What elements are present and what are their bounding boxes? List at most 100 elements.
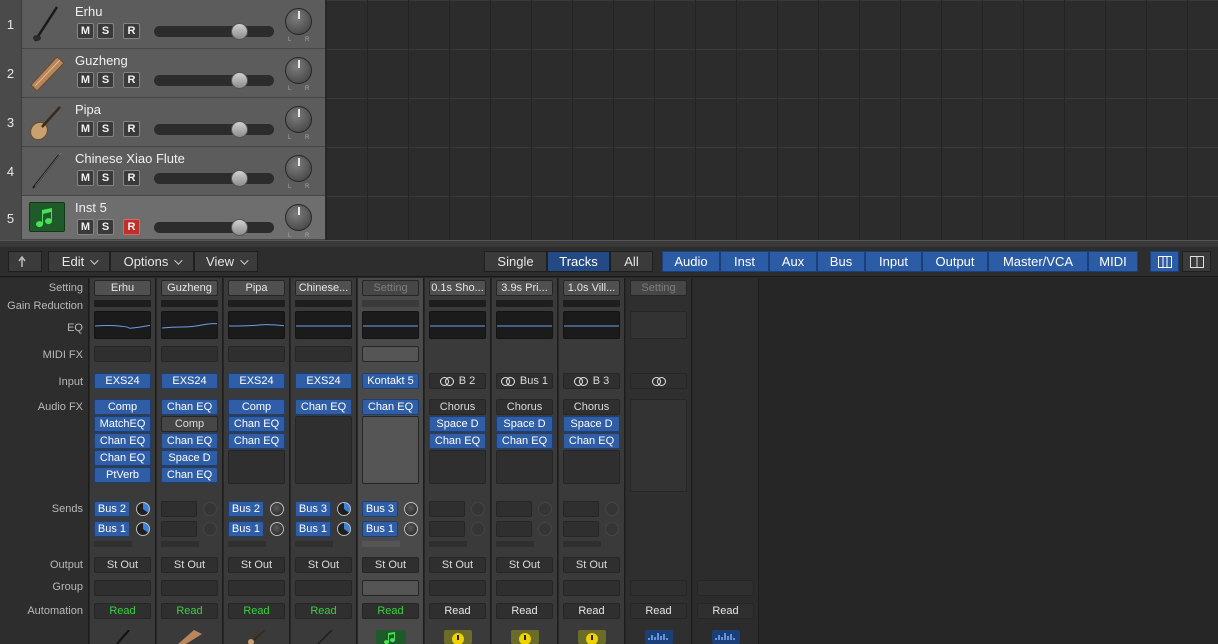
channel-strip-pipa[interactable]: Pipa EXS24 Comp Chan EQ Chan EQ Bus 2 Bu… [224, 278, 290, 644]
record-button[interactable]: R [123, 121, 140, 137]
solo-button[interactable]: S [97, 72, 114, 88]
mute-button[interactable]: M [77, 219, 94, 235]
pan-knob[interactable] [285, 8, 312, 35]
output-slot[interactable]: St Out [228, 557, 285, 573]
audio-fx-slot[interactable]: Chan EQ [161, 399, 218, 415]
setting-button[interactable]: Setting [362, 280, 419, 296]
audio-fx-slot[interactable]: Space D [496, 416, 553, 432]
audio-fx-slot[interactable]: Chorus [563, 399, 620, 415]
group-slot[interactable] [228, 580, 285, 596]
send-slot[interactable]: Bus 1 [362, 521, 398, 537]
group-slot[interactable] [697, 580, 754, 596]
send-slot[interactable] [429, 501, 465, 517]
mute-button[interactable]: M [77, 72, 94, 88]
send-slot[interactable]: Bus 1 [94, 521, 130, 537]
audio-fx-empty-area[interactable] [563, 450, 620, 484]
send-level-knob[interactable] [136, 522, 150, 536]
channel-strip-erhu[interactable]: Erhu EXS24 Comp MatchEQ Chan EQ Chan EQ … [90, 278, 156, 644]
audio-fx-slot[interactable]: Space D [563, 416, 620, 432]
filter-master-vca-button[interactable]: Master/VCA [988, 251, 1088, 272]
automation-mode[interactable]: Read [228, 603, 285, 619]
channel-strip-aux-3[interactable]: 1.0s Vill... B 3 Chorus Space D Chan EQ … [559, 278, 625, 644]
volume-slider-handle[interactable] [231, 23, 248, 40]
solo-button[interactable]: S [97, 219, 114, 235]
send-slot[interactable] [161, 521, 197, 537]
edit-menu[interactable]: Edit [48, 251, 110, 272]
automation-mode[interactable]: Read [94, 603, 151, 619]
audio-fx-slot[interactable]: Comp [94, 399, 151, 415]
audio-fx-slot[interactable]: Chan EQ [429, 433, 486, 449]
back-arrow-icon[interactable] [8, 251, 42, 272]
audio-fx-empty-area[interactable] [228, 450, 285, 484]
output-slot[interactable]: St Out [161, 557, 218, 573]
volume-slider[interactable] [154, 72, 274, 89]
audio-fx-slot[interactable]: Chan EQ [228, 416, 285, 432]
setting-button[interactable]: 0.1s Sho... [429, 280, 486, 296]
audio-fx-empty-area[interactable] [362, 416, 419, 484]
send-level-knob[interactable] [203, 522, 217, 536]
pan-knob[interactable] [285, 57, 312, 84]
midi-fx-slot[interactable] [362, 346, 419, 362]
send-slot[interactable] [496, 501, 532, 517]
send-slot[interactable]: Bus 1 [228, 521, 264, 537]
send-slot-empty[interactable] [295, 541, 333, 547]
filter-output-button[interactable]: Output [922, 251, 988, 272]
eq-thumbnail[interactable] [362, 311, 419, 339]
narrow-strips-icon[interactable] [1150, 251, 1179, 272]
send-slot[interactable] [429, 521, 465, 537]
setting-button[interactable]: Pipa [228, 280, 285, 296]
automation-mode[interactable]: Read [630, 603, 687, 619]
filter-audio-button[interactable]: Audio [662, 251, 720, 272]
send-slot[interactable]: Bus 2 [228, 501, 264, 517]
audio-fx-slot-bypassed[interactable]: Comp [161, 416, 218, 432]
pan-knob[interactable] [285, 106, 312, 133]
group-slot[interactable] [496, 580, 553, 596]
send-slot[interactable]: Bus 3 [362, 501, 398, 517]
solo-button[interactable]: S [97, 170, 114, 186]
audio-fx-slot[interactable]: Space D [161, 450, 218, 466]
send-level-knob[interactable] [605, 522, 619, 536]
send-level-knob[interactable] [270, 522, 284, 536]
send-slot-empty[interactable] [496, 541, 534, 547]
send-level-knob[interactable] [136, 502, 150, 516]
eq-thumbnail[interactable] [228, 311, 285, 339]
track-name[interactable]: Guzheng [75, 53, 128, 68]
channel-strip-master[interactable]: Read [693, 278, 759, 644]
send-slot[interactable]: Bus 3 [295, 501, 331, 517]
eq-thumbnail[interactable] [563, 311, 620, 339]
group-slot[interactable] [429, 580, 486, 596]
eq-thumbnail[interactable] [161, 311, 218, 339]
send-slot-empty[interactable] [362, 541, 400, 547]
track-header-guzheng[interactable]: 2 Guzheng M S R L R [0, 49, 325, 98]
output-slot[interactable]: St Out [295, 557, 352, 573]
mixer-divider[interactable] [0, 240, 1218, 247]
options-menu[interactable]: Options [110, 251, 194, 272]
track-header-pipa[interactable]: 3 Pipa M S R L R [0, 98, 325, 147]
send-slot-empty[interactable] [429, 541, 467, 547]
group-slot[interactable] [295, 580, 352, 596]
automation-mode[interactable]: Read [161, 603, 218, 619]
output-slot[interactable]: St Out [362, 557, 419, 573]
send-level-knob[interactable] [404, 522, 418, 536]
setting-button[interactable]: Erhu [94, 280, 151, 296]
eq-thumbnail[interactable] [94, 311, 151, 339]
mute-button[interactable]: M [77, 170, 94, 186]
eq-thumbnail[interactable] [496, 311, 553, 339]
channel-strip-aux-2[interactable]: 3.9s Pri... Bus 1 Chorus Space D Chan EQ… [492, 278, 558, 644]
setting-button[interactable]: Guzheng [161, 280, 218, 296]
record-button[interactable]: R [123, 219, 140, 235]
automation-mode[interactable]: Read [429, 603, 486, 619]
input-plugin-slot[interactable]: EXS24 [94, 373, 151, 389]
midi-fx-slot[interactable] [295, 346, 352, 362]
record-button[interactable]: R [123, 23, 140, 39]
volume-slider[interactable] [154, 170, 274, 187]
send-slot[interactable] [161, 501, 197, 517]
channel-strip-inst-5[interactable]: Setting Kontakt 5 Chan EQ Bus 3 Bus 1 St… [358, 278, 424, 644]
send-slot[interactable] [563, 501, 599, 517]
input-bus-slot[interactable] [630, 373, 687, 389]
channel-strip-chinese-xiao-flute[interactable]: Chinese... EXS24 Chan EQ Bus 3 Bus 1 St … [291, 278, 357, 644]
record-button[interactable]: R [123, 170, 140, 186]
audio-fx-slot[interactable]: Chan EQ [161, 467, 218, 483]
solo-button[interactable]: S [97, 23, 114, 39]
audio-fx-slot[interactable]: Space D [429, 416, 486, 432]
